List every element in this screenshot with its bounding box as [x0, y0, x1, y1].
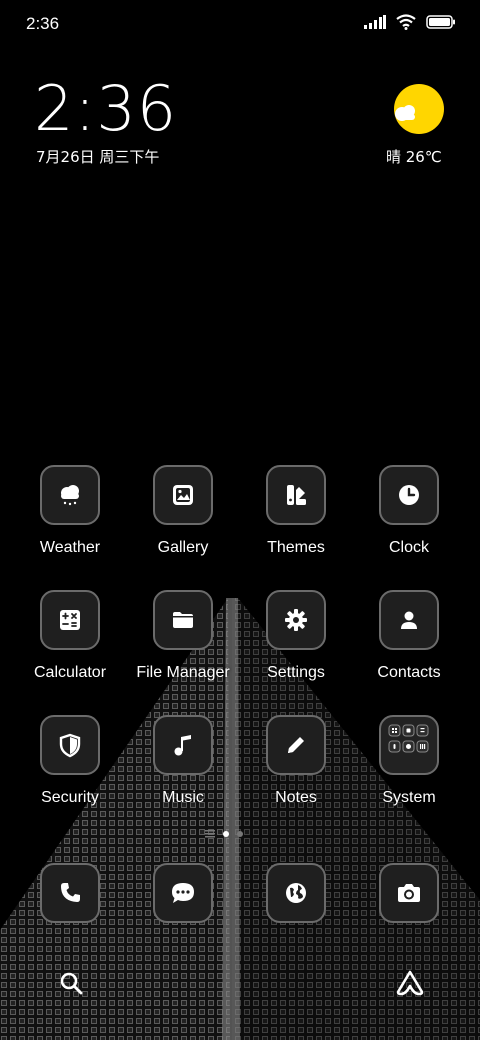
weather-icon — [40, 465, 100, 525]
contacts-icon — [379, 590, 439, 650]
app-label: File Manager — [136, 664, 230, 681]
app-system[interactable]: System — [354, 715, 464, 815]
page-indicator[interactable] — [205, 830, 243, 838]
app-label: Gallery — [157, 539, 209, 556]
app-label: Contacts — [377, 664, 441, 681]
app-label: Calculator — [33, 664, 107, 681]
status-bar: 2:36 — [0, 0, 480, 50]
camera-icon — [379, 863, 439, 923]
app-weather[interactable]: Weather — [15, 465, 125, 565]
app-notes[interactable]: Notes — [241, 715, 351, 815]
search-button[interactable] — [56, 968, 86, 998]
dock-browser-button[interactable] — [241, 863, 351, 963]
app-security[interactable]: Security — [15, 715, 125, 815]
page-dot-active — [223, 831, 229, 837]
app-music[interactable]: Music — [128, 715, 238, 815]
sunny-weather-icon[interactable] — [392, 84, 444, 134]
app-contacts[interactable]: Contacts — [354, 590, 464, 690]
app-label: System — [382, 789, 436, 806]
app-file-manager[interactable]: File Manager — [128, 590, 238, 690]
gear-icon — [266, 590, 326, 650]
list-page-icon — [205, 830, 215, 838]
app-label: Clock — [388, 539, 429, 556]
browser-icon — [266, 863, 326, 923]
app-calculator[interactable]: Calculator — [15, 590, 125, 690]
app-label: Music — [162, 789, 204, 806]
app-vault-icon — [396, 970, 424, 996]
battery-icon — [426, 15, 455, 29]
weather-summary: 晴 26℃ — [386, 148, 442, 166]
app-label: Notes — [275, 789, 317, 806]
pencil-icon — [266, 715, 326, 775]
app-label: Security — [41, 789, 99, 806]
phone-icon — [40, 863, 100, 923]
app-label: Themes — [267, 539, 325, 556]
widget-clock[interactable]: 2:36 — [34, 78, 177, 140]
app-settings[interactable]: Settings — [241, 590, 351, 690]
calculator-icon — [40, 590, 100, 650]
dock-messages-button[interactable] — [128, 863, 238, 963]
signal-icon — [364, 15, 386, 29]
status-time: 2:36 — [26, 14, 60, 33]
app-gallery[interactable]: Gallery — [128, 465, 238, 565]
app-clock[interactable]: Clock — [354, 465, 464, 565]
app-vault-button[interactable] — [395, 968, 425, 998]
app-label: Settings — [267, 664, 325, 681]
folder-icon — [153, 590, 213, 650]
dock-camera-button[interactable] — [354, 863, 464, 963]
messages-icon — [153, 863, 213, 923]
folder-grid-icon — [379, 715, 439, 775]
shield-icon — [40, 715, 100, 775]
widget-date: 7月26日 周三下午 — [36, 148, 160, 166]
music-icon — [153, 715, 213, 775]
search-icon — [60, 972, 83, 995]
clock-icon — [379, 465, 439, 525]
dock-phone-button[interactable] — [15, 863, 125, 963]
wifi-icon — [396, 14, 416, 30]
app-themes[interactable]: Themes — [241, 465, 351, 565]
app-label: Weather — [39, 539, 101, 556]
page-dot — [237, 831, 243, 837]
themes-icon — [266, 465, 326, 525]
gallery-icon — [153, 465, 213, 525]
